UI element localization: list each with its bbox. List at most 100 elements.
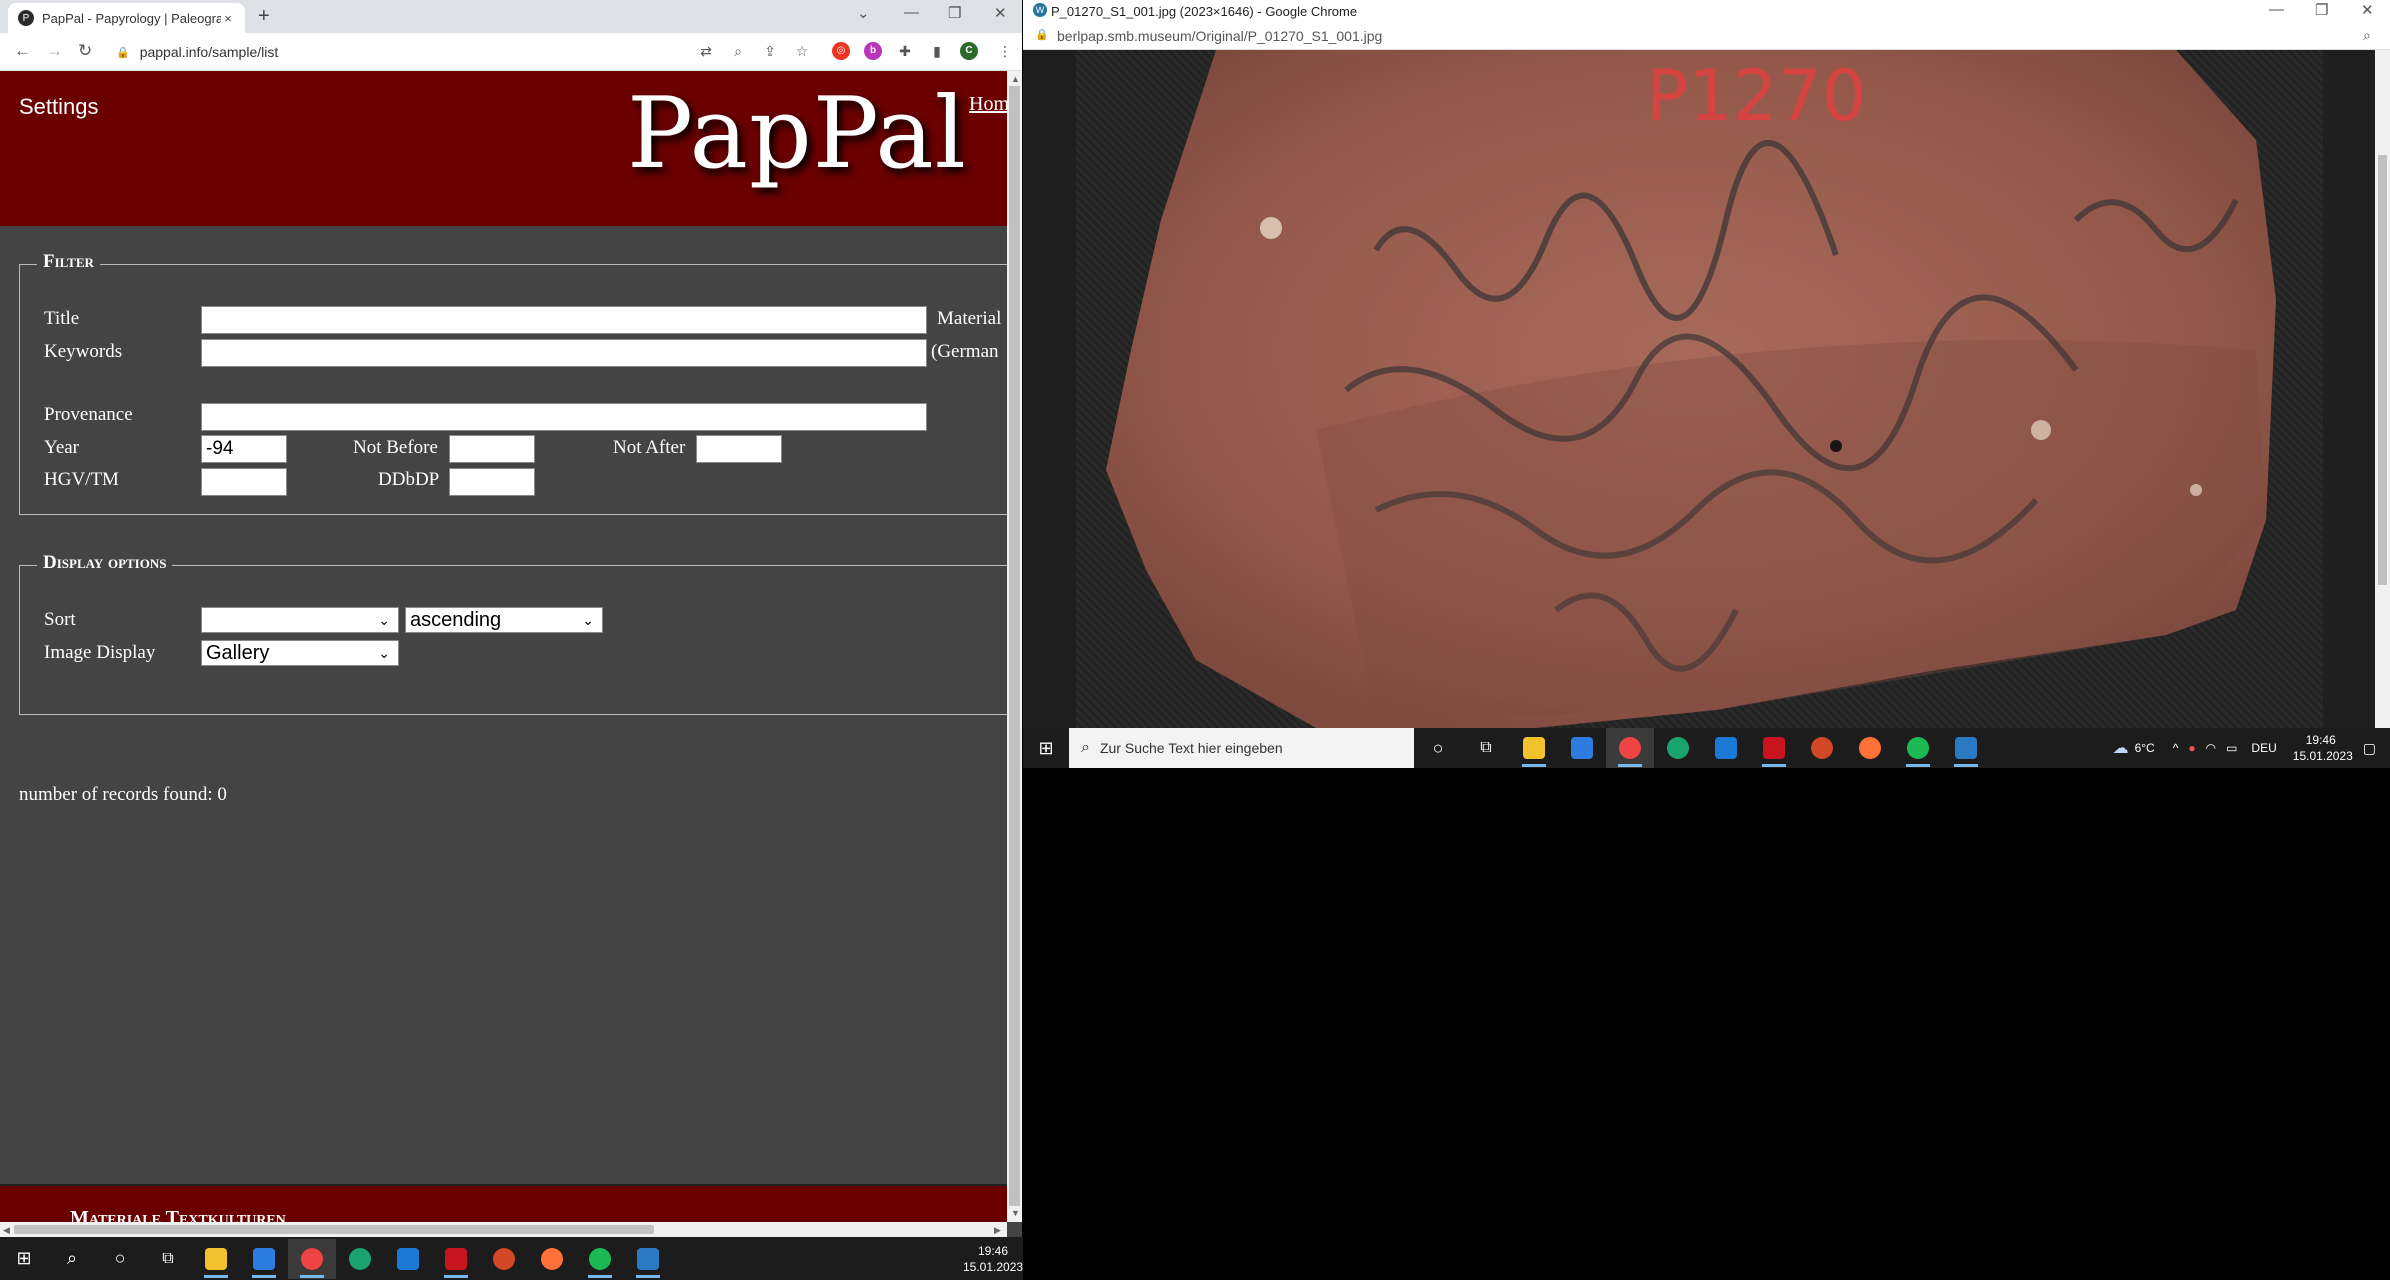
close-window-button[interactable]: ✕ <box>994 4 1007 22</box>
taskbar-edge[interactable] <box>336 1239 384 1279</box>
right-title-bar: W P_01270_S1_001.jpg (2023×1646) - Googl… <box>1023 0 2390 22</box>
right-taskbar-mail[interactable] <box>1702 728 1750 768</box>
right-start-button[interactable]: ⊞ <box>1023 728 1069 768</box>
start-button[interactable]: ⊞ <box>0 1239 48 1279</box>
task-view-button[interactable]: ⧉ <box>144 1239 192 1279</box>
store-icon <box>1571 737 1593 759</box>
keywords-input[interactable] <box>201 339 927 367</box>
title-input[interactable] <box>201 306 927 334</box>
zoom-icon[interactable]: ⌕ <box>2363 27 2371 44</box>
horizontal-scroll-thumb[interactable] <box>14 1225 654 1234</box>
right-taskbar-store[interactable] <box>1558 728 1606 768</box>
right-taskbar-powerpoint[interactable] <box>1798 728 1846 768</box>
right-cortana-button[interactable]: ○ <box>1414 728 1462 768</box>
cortana-icon: ○ <box>114 1248 126 1268</box>
ddbdp-label: DDbDP <box>378 469 440 490</box>
year-input[interactable]: -94 <box>201 435 287 463</box>
address-field[interactable]: 🔒 pappal.info/sample/list <box>116 40 278 64</box>
cortana-button[interactable]: ○ <box>96 1239 144 1279</box>
extension-purple-icon[interactable]: b <box>864 42 882 60</box>
zoom-icon[interactable]: ⌕ <box>729 42 747 60</box>
right-taskbar-explorer[interactable] <box>1510 728 1558 768</box>
taskbar-explorer[interactable] <box>192 1239 240 1279</box>
pappal-favicon-icon: P <box>18 10 34 26</box>
weather-cloud-icon[interactable]: ☁ <box>2113 738 2129 758</box>
right-taskbar-clock[interactable]: 19:46 15.01.2023 <box>2293 732 2353 764</box>
taskbar-clock[interactable]: 19:46 15.01.2023 <box>963 1243 1023 1275</box>
right-taskbar-spotify[interactable] <box>1894 728 1942 768</box>
not-after-input[interactable] <box>696 435 782 463</box>
right-taskbar-edge[interactable] <box>1654 728 1702 768</box>
language-indicator[interactable]: DEU <box>2251 741 2276 755</box>
side-panel-icon[interactable]: ▮ <box>928 42 946 60</box>
right-url-text: berlpap.smb.museum/Original/P_01270_S1_0… <box>1057 28 1383 44</box>
menu-dots-icon[interactable]: ⋮ <box>996 42 1014 60</box>
right-address-bar[interactable]: 🔒 berlpap.smb.museum/Original/P_01270_S1… <box>1023 22 2390 50</box>
display-options-legend: Display options <box>37 552 173 574</box>
clock-time: 19:46 <box>977 1243 1009 1258</box>
taskbar-firefox[interactable] <box>528 1239 576 1279</box>
taskbar-chrome[interactable] <box>288 1238 336 1279</box>
right-minimize-button[interactable]: — <box>2269 1 2284 18</box>
battery-icon[interactable]: ▭ <box>2226 741 2237 755</box>
hgv-tm-input[interactable] <box>201 468 287 496</box>
sort-order-select[interactable]: ascending ⌄ <box>405 607 603 633</box>
bookmark-star-icon[interactable]: ☆ <box>793 42 811 60</box>
right-taskbar-firefox[interactable] <box>1846 728 1894 768</box>
lock-icon: 🔒 <box>116 46 130 59</box>
ddbdp-input[interactable] <box>449 468 535 496</box>
chevron-down-icon: ⌄ <box>378 612 390 628</box>
tab-close-icon[interactable]: × <box>221 11 235 26</box>
right-taskbar-photos[interactable] <box>1942 728 1990 768</box>
extension-red-icon[interactable]: ◎ <box>832 42 850 60</box>
search-icon: ⌕ <box>1081 739 1090 756</box>
tab-search-icon[interactable]: ⌄ <box>857 4 870 22</box>
chrome-icon <box>301 1247 323 1270</box>
scroll-down-icon[interactable]: ▼ <box>1011 1208 1020 1218</box>
search-button[interactable]: ⌕ <box>48 1239 96 1279</box>
vertical-scroll-thumb[interactable] <box>1009 86 1020 1206</box>
browser-tab[interactable]: P PapPal - Papyrology | Paleograph × <box>8 3 245 33</box>
taskbar-spotify[interactable] <box>576 1239 624 1279</box>
forward-icon[interactable]: → <box>46 41 63 61</box>
notifications-icon[interactable]: ▢ <box>2363 740 2376 757</box>
minimize-button[interactable]: — <box>904 4 919 21</box>
ostracon-image[interactable]: P1270 <box>1076 50 2323 728</box>
restore-button[interactable]: ❐ <box>948 4 961 22</box>
right-restore-button[interactable]: ❐ <box>2315 1 2328 19</box>
settings-link[interactable]: Settings <box>19 94 99 120</box>
taskbar-store[interactable] <box>240 1239 288 1279</box>
sort-field-select[interactable]: ⌄ <box>201 607 399 633</box>
wifi-icon[interactable]: ◠ <box>2206 741 2216 755</box>
tray-chevron-icon[interactable]: ^ <box>2173 741 2179 755</box>
share-icon[interactable]: ⇪ <box>761 42 779 60</box>
mineral-speck <box>2031 420 2051 440</box>
scroll-right-icon[interactable]: ▶ <box>994 1225 1001 1236</box>
scroll-left-icon[interactable]: ◀ <box>3 1225 10 1236</box>
home-link[interactable]: Hom <box>969 93 1009 116</box>
weather-temperature[interactable]: 6°C <box>2135 741 2155 755</box>
right-close-button[interactable]: ✕ <box>2361 1 2374 19</box>
taskbar-search-box[interactable]: ⌕ Zur Suche Text hier eingeben <box>1069 728 1414 768</box>
right-taskbar-acrobat[interactable] <box>1750 728 1798 768</box>
taskbar-acrobat[interactable] <box>432 1239 480 1279</box>
taskbar-powerpoint[interactable] <box>480 1239 528 1279</box>
not-before-input[interactable] <box>449 435 535 463</box>
new-tab-button[interactable]: + <box>258 5 270 28</box>
translate-icon[interactable]: ⇄ <box>697 42 715 60</box>
image-display-select[interactable]: Gallery ⌄ <box>201 640 399 666</box>
extensions-puzzle-icon[interactable]: ✚ <box>896 42 914 60</box>
profile-avatar[interactable]: C <box>960 42 978 60</box>
scroll-up-icon[interactable]: ▲ <box>1011 74 1020 84</box>
right-vertical-scroll-thumb[interactable] <box>2378 155 2387 585</box>
pappal-logo[interactable]: PapPal <box>627 77 967 191</box>
right-task-view-button[interactable]: ⧉ <box>1462 728 1510 768</box>
right-taskbar-chrome[interactable] <box>1606 728 1654 768</box>
provenance-input[interactable] <box>201 403 927 431</box>
tray-onedrive-icon[interactable]: ● <box>2188 741 2195 755</box>
back-icon[interactable]: ← <box>14 41 31 61</box>
taskbar-mail[interactable] <box>384 1239 432 1279</box>
windows-icon: ⊞ <box>16 1248 32 1268</box>
reload-icon[interactable]: ↻ <box>78 41 92 61</box>
taskbar-photos[interactable] <box>624 1239 672 1279</box>
